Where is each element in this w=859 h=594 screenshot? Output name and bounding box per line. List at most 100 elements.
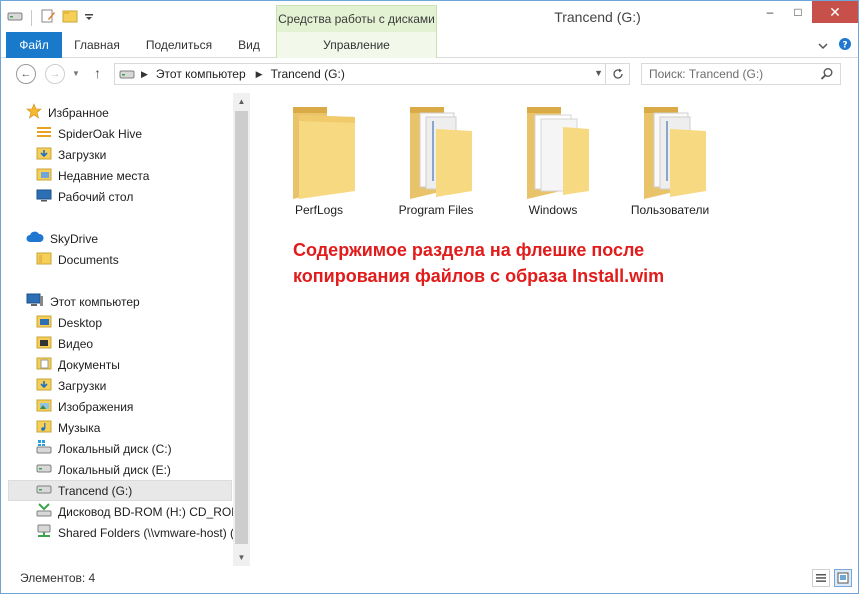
back-button[interactable]: ← [16,64,36,84]
nav-pictures[interactable]: Изображения [36,396,133,417]
nav-bd-rom-h[interactable]: Дисковод BD-ROM (H:) CD_ROM [36,501,241,522]
folder-label: Windows [528,203,578,217]
folder-icon [527,107,589,199]
nav-downloads[interactable]: Загрузки [36,144,106,165]
nav-label: Desktop [58,315,103,330]
search-icon[interactable] [820,67,834,84]
folder-windows[interactable]: Windows [498,99,608,219]
breadcrumb-label: Этот компьютер [155,67,246,81]
large-icons-view-button[interactable] [834,569,852,587]
annotation-line: Содержимое раздела на флешке после [293,240,645,260]
nav-label: Дисковод BD-ROM (H:) CD_ROM [58,504,242,519]
close-button[interactable]: ✕ [812,1,858,23]
nav-label: Изображения [58,399,134,414]
qat-separator [31,9,32,26]
breadcrumb-item[interactable]: ▶ Этот компьютер [141,67,246,81]
properties-icon[interactable] [40,8,56,27]
tab-view[interactable]: Вид [227,32,271,58]
nav-desktop[interactable]: Desktop [36,312,102,333]
nav-skydrive-documents[interactable]: Documents [36,249,119,270]
forward-button[interactable]: → [45,64,65,84]
ribbon-expand-icon[interactable] [818,39,828,53]
nav-label: Этот компьютер [50,294,140,309]
chevron-right-icon: ▶ [255,68,263,79]
nav-label: Загрузки [58,378,107,393]
title-bar: Средства работы с дисками Trancend (G:) … [1,1,858,32]
nav-trancend-g[interactable]: Trancend (G:) [8,480,232,501]
svg-text:?: ? [842,41,847,51]
cloud-icon [26,230,44,247]
tab-home[interactable]: Главная [63,32,131,58]
nav-label: SkyDrive [50,231,99,246]
up-button[interactable]: ↑ [94,65,101,81]
qat-dropdown-icon[interactable] [84,11,94,25]
back-arrow-icon: ← [20,68,32,80]
nav-label: Рабочий стол [58,189,134,204]
drive-icon[interactable] [7,10,23,25]
minimize-button[interactable]: – [756,1,784,23]
nav-label: Shared Folders (\\vmware-host) ( [58,525,235,540]
refresh-button[interactable] [605,64,629,84]
folder-icon [36,313,52,332]
nav-label: Локальный диск (C:) [58,441,172,456]
folder-users[interactable]: Пользователи [615,99,725,219]
nav-label: Загрузки [58,147,107,162]
nav-shared-folders[interactable]: Shared Folders (\\vmware-host) ( [36,522,234,543]
videos-folder-icon [36,334,52,353]
navigation-scrollbar[interactable]: ▲ ▼ [233,93,250,566]
scroll-down-icon[interactable]: ▼ [233,549,250,566]
forward-arrow-icon: → [49,68,61,80]
downloads-folder-icon [36,145,52,164]
folder-icon [410,107,472,199]
nav-documents[interactable]: Документы [36,354,120,375]
help-icon[interactable]: ? [838,37,852,54]
annotation-line: копирования файлов с образа Install.wim [293,266,665,286]
computer-icon [26,292,44,311]
search-input[interactable]: Поиск: Trancend (G:) [641,63,841,85]
folder-label: Пользователи [630,203,710,217]
desktop-icon [36,187,52,206]
window-controls: – □ ✕ [756,1,858,23]
nav-music[interactable]: Музыка [36,417,100,438]
address-dropdown-icon[interactable]: ▼ [594,68,603,78]
nav-label: SpiderOak Hive [58,126,143,141]
nav-this-pc[interactable]: Этот компьютер [26,291,140,312]
nav-label: Локальный диск (E:) [58,462,171,477]
recent-locations-dropdown-icon[interactable]: ▼ [72,69,80,78]
nav-label: Documents [58,252,119,267]
tab-manage[interactable]: Управление [276,32,437,58]
tab-share[interactable]: Поделиться [139,32,219,58]
scroll-up-icon[interactable]: ▲ [233,93,250,110]
nav-downloads-pc[interactable]: Загрузки [36,375,106,396]
folder-program-files[interactable]: Program Files [381,99,491,219]
music-folder-icon [36,418,52,437]
search-placeholder: Поиск: Trancend (G:) [649,67,764,81]
nav-favorites[interactable]: Избранное [26,102,109,123]
folder-perflogs[interactable]: PerfLogs [264,99,374,219]
drive-icon [119,68,135,80]
quick-access-toolbar [7,8,94,27]
address-bar[interactable]: ▶ Этот компьютер ▶ Trancend (G:) ▼ [114,63,630,85]
new-folder-icon[interactable] [62,8,78,27]
breadcrumb-item[interactable]: ▶ Trancend (G:) [256,67,345,81]
nav-skydrive[interactable]: SkyDrive [26,228,98,249]
nav-spideroak[interactable]: SpiderOak Hive [36,123,142,144]
star-icon [26,103,42,122]
details-view-button[interactable] [812,569,830,587]
tab-file[interactable]: Файл [6,32,62,58]
pictures-folder-icon [36,397,52,416]
optical-drive-icon [36,502,52,521]
nav-videos[interactable]: Видео [36,333,93,354]
nav-local-disk-c[interactable]: Локальный диск (C:) [36,438,172,459]
nav-label: Избранное [48,105,109,120]
details-view-icon [816,574,826,582]
ribbon-right-controls: ? [818,37,852,54]
nav-desktop-favorite[interactable]: Рабочий стол [36,186,133,207]
nav-local-disk-e[interactable]: Локальный диск (E:) [36,459,171,480]
maximize-button[interactable]: □ [784,1,812,23]
nav-recent-places[interactable]: Недавние места [36,165,149,186]
drive-icon [36,462,52,477]
folder-label: Program Files [398,203,474,217]
scrollbar-thumb[interactable] [235,111,248,544]
drive-icon [36,483,52,498]
